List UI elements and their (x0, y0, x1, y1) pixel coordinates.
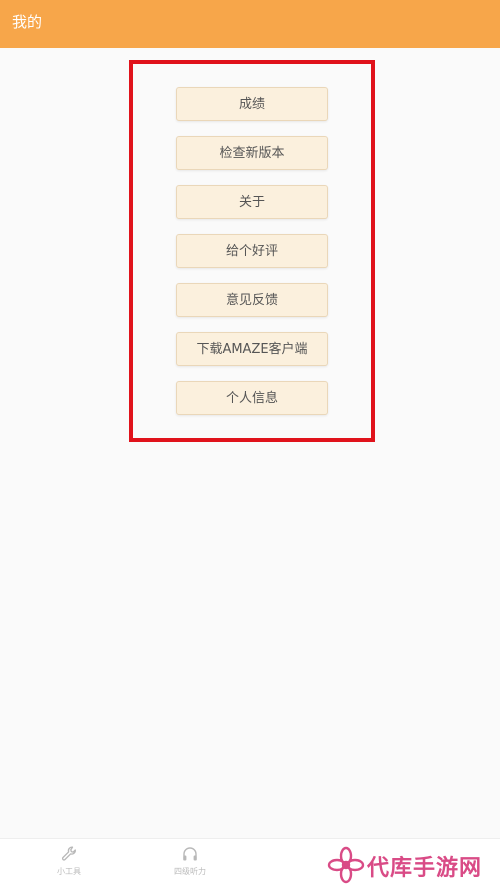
scores-button[interactable]: 成绩 (176, 87, 328, 121)
nav-item-listening[interactable]: 四级听力 (155, 843, 225, 889)
check-update-button[interactable]: 检查新版本 (176, 136, 328, 170)
nav-label-tools: 小工具 (57, 867, 81, 876)
feedback-button[interactable]: 意见反馈 (176, 283, 328, 317)
about-button[interactable]: 关于 (176, 185, 328, 219)
page-title: 我的 (12, 13, 43, 31)
watermark-logo: 代库手游网 (325, 842, 495, 888)
wrench-icon (61, 846, 76, 861)
watermark-text: 代库手游网 (367, 856, 483, 881)
flower-logo-icon (327, 846, 365, 884)
headphones-icon (183, 847, 197, 861)
nav-item-tools[interactable]: 小工具 (34, 843, 104, 889)
top-app-bar: 我的 (0, 0, 500, 48)
personal-info-button[interactable]: 个人信息 (176, 381, 328, 415)
nav-label-listening: 四级听力 (174, 867, 206, 876)
download-amaze-client-button[interactable]: 下载AMAZE客户端 (176, 332, 328, 366)
rate-app-button[interactable]: 给个好评 (176, 234, 328, 268)
